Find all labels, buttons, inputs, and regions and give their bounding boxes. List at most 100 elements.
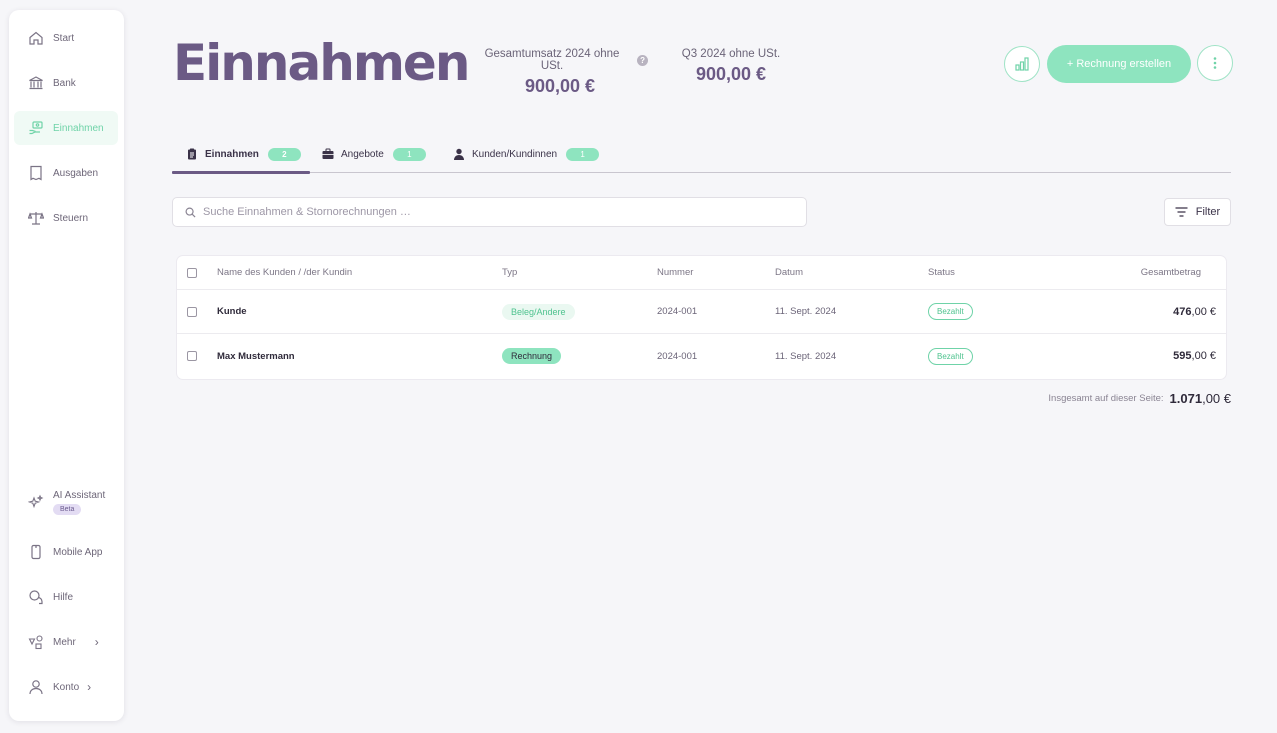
search-box [172, 197, 807, 227]
sidebar-item-label: Bank [53, 77, 76, 89]
tab-count-badge: 2 [267, 147, 301, 161]
chevron-right-icon: › [94, 635, 99, 649]
filter-label: Filter [1195, 206, 1221, 218]
sidebar-item-steuern[interactable]: Steuern [14, 201, 118, 235]
sidebar-item-label: Steuern [53, 212, 89, 224]
status-badge: Bezahlt [928, 303, 973, 320]
person-icon [453, 148, 465, 160]
briefcase-icon [322, 148, 334, 160]
sidebar-item-label: Ausgaben [53, 167, 99, 179]
income-icon [28, 120, 44, 136]
tab-label: Angebote [341, 148, 384, 160]
sidebar-item-konto[interactable]: Konto › [14, 670, 118, 704]
total-integer: 1.071 [1169, 391, 1203, 406]
income-table: Name des Kunden / /der Kundin Typ Nummer… [177, 256, 1226, 379]
total-decimal: ,00 € [1202, 391, 1231, 406]
column-header-total[interactable]: Gesamtbetrag [1141, 256, 1201, 289]
table-row[interactable]: Kunde Beleg/Andere 2024-001 11. Sept. 20… [177, 290, 1226, 334]
column-header-number[interactable]: Nummer [657, 256, 693, 289]
page-title: Einnahmen [173, 34, 470, 92]
column-header-status[interactable]: Status [928, 256, 955, 289]
tab-angebote[interactable]: Angebote 1 [322, 135, 426, 173]
sidebar-item-mobile-app[interactable]: Mobile App [14, 535, 118, 569]
active-tab-indicator [172, 171, 310, 174]
kebab-menu-icon [1213, 57, 1217, 69]
row-checkbox[interactable] [187, 351, 197, 361]
column-header-date[interactable]: Datum [775, 256, 803, 289]
search-input[interactable] [203, 206, 763, 218]
sidebar-item-label: Mobile App [53, 546, 103, 558]
sidebar-item-hilfe[interactable]: Hilfe [14, 580, 118, 614]
chat-icon [28, 589, 44, 605]
sidebar-item-label: Einnahmen [53, 122, 104, 134]
sidebar-item-bank[interactable]: Bank [14, 66, 118, 100]
sidebar: Start Bank Einnahmen Ausgaben Steuern AI… [9, 10, 124, 721]
stat-total-revenue: Gesamtumsatz 2024 ohne USt. ? 900,00 € [472, 48, 648, 97]
customer-name[interactable]: Max Mustermann [217, 334, 295, 378]
amount-integer: 476 [1173, 305, 1192, 318]
bank-icon [28, 75, 44, 91]
sidebar-item-start[interactable]: Start [14, 21, 118, 55]
sparkle-icon [28, 494, 44, 510]
sidebar-item-label: Konto [53, 681, 80, 693]
sidebar-item-label: AI Assistant [53, 489, 106, 501]
amount-decimal: ,00 € [1191, 350, 1216, 362]
sidebar-item-label: Start [53, 32, 75, 44]
type-badge: Beleg/Andere [502, 303, 575, 320]
search-icon [185, 207, 196, 218]
amount-integer: 595 [1173, 350, 1192, 362]
tab-einnahmen[interactable]: Einnahmen 2 [186, 135, 301, 173]
tab-count-badge: 1 [392, 147, 426, 161]
sidebar-item-einnahmen[interactable]: Einnahmen [14, 111, 118, 145]
home-icon [28, 30, 44, 46]
tab-label: Kunden/Kundinnen [472, 148, 558, 160]
invoice-amount: 595,00 € [1173, 334, 1216, 378]
invoice-number: 2024-001 [657, 350, 698, 362]
shapes-icon [28, 634, 44, 650]
page-total: Insgesamt auf dieser Seite: 1.071,00 € [1048, 391, 1231, 406]
stat-value: 900,00 € [524, 76, 596, 96]
invoice-number: 2024-001 [657, 306, 698, 317]
stat-q3-revenue: Q3 2024 ohne USt. 900,00 € [676, 48, 786, 85]
beta-badge: Beta [53, 503, 82, 515]
chart-button[interactable] [1004, 46, 1040, 82]
column-header-name[interactable]: Name des Kunden / /der Kundin [217, 256, 352, 289]
sidebar-item-label: Hilfe [53, 591, 74, 603]
chevron-right-icon: › [87, 680, 92, 694]
table-row[interactable]: Max Mustermann Rechnung 2024-001 11. Sep… [177, 334, 1226, 378]
filter-icon [1175, 207, 1188, 217]
filter-button[interactable]: Filter [1164, 198, 1231, 226]
select-all-checkbox[interactable] [187, 267, 197, 278]
scale-icon [28, 210, 44, 226]
help-icon[interactable]: ? [637, 54, 648, 66]
amount-decimal: ,00 € [1191, 305, 1216, 318]
create-invoice-button[interactable]: + Rechnung erstellen [1047, 45, 1191, 83]
tab-label: Einnahmen [205, 148, 259, 160]
receipt-icon [28, 165, 44, 181]
sidebar-item-ausgaben[interactable]: Ausgaben [14, 156, 118, 190]
row-checkbox[interactable] [187, 306, 197, 317]
column-header-type[interactable]: Typ [502, 256, 517, 289]
customer-name[interactable]: Kunde [217, 290, 247, 333]
type-badge: Rechnung [502, 348, 562, 364]
invoice-amount: 476,00 € [1173, 290, 1216, 333]
tabs: Einnahmen 2 Angebote 1 Kunden/Kundinnen … [172, 135, 1231, 174]
invoice-date: 11. Sept. 2024 [775, 350, 837, 362]
sidebar-item-mehr[interactable]: Mehr › [14, 625, 118, 659]
table-header: Name des Kunden / /der Kundin Typ Nummer… [177, 256, 1226, 290]
more-options-button[interactable] [1197, 45, 1233, 81]
sidebar-item-label: Mehr [53, 636, 76, 648]
clipboard-icon [186, 148, 198, 160]
phone-icon [28, 544, 44, 560]
page-total-label: Insgesamt auf dieser Seite: [1048, 393, 1164, 404]
stat-label: Q3 2024 ohne USt. [681, 48, 781, 60]
status-badge: Bezahlt [928, 347, 973, 365]
stat-value: 900,00 € [695, 64, 767, 84]
bar-chart-icon [1015, 57, 1029, 71]
tab-count-badge: 1 [566, 147, 600, 161]
sidebar-item-ai-assistant[interactable]: AI Assistant Beta [14, 482, 118, 522]
page-total-value: 1.071,00 € [1170, 391, 1231, 406]
stat-label: Gesamtumsatz 2024 ohne USt. [484, 48, 620, 72]
user-icon [28, 679, 44, 695]
tab-kunden[interactable]: Kunden/Kundinnen 1 [453, 135, 600, 173]
